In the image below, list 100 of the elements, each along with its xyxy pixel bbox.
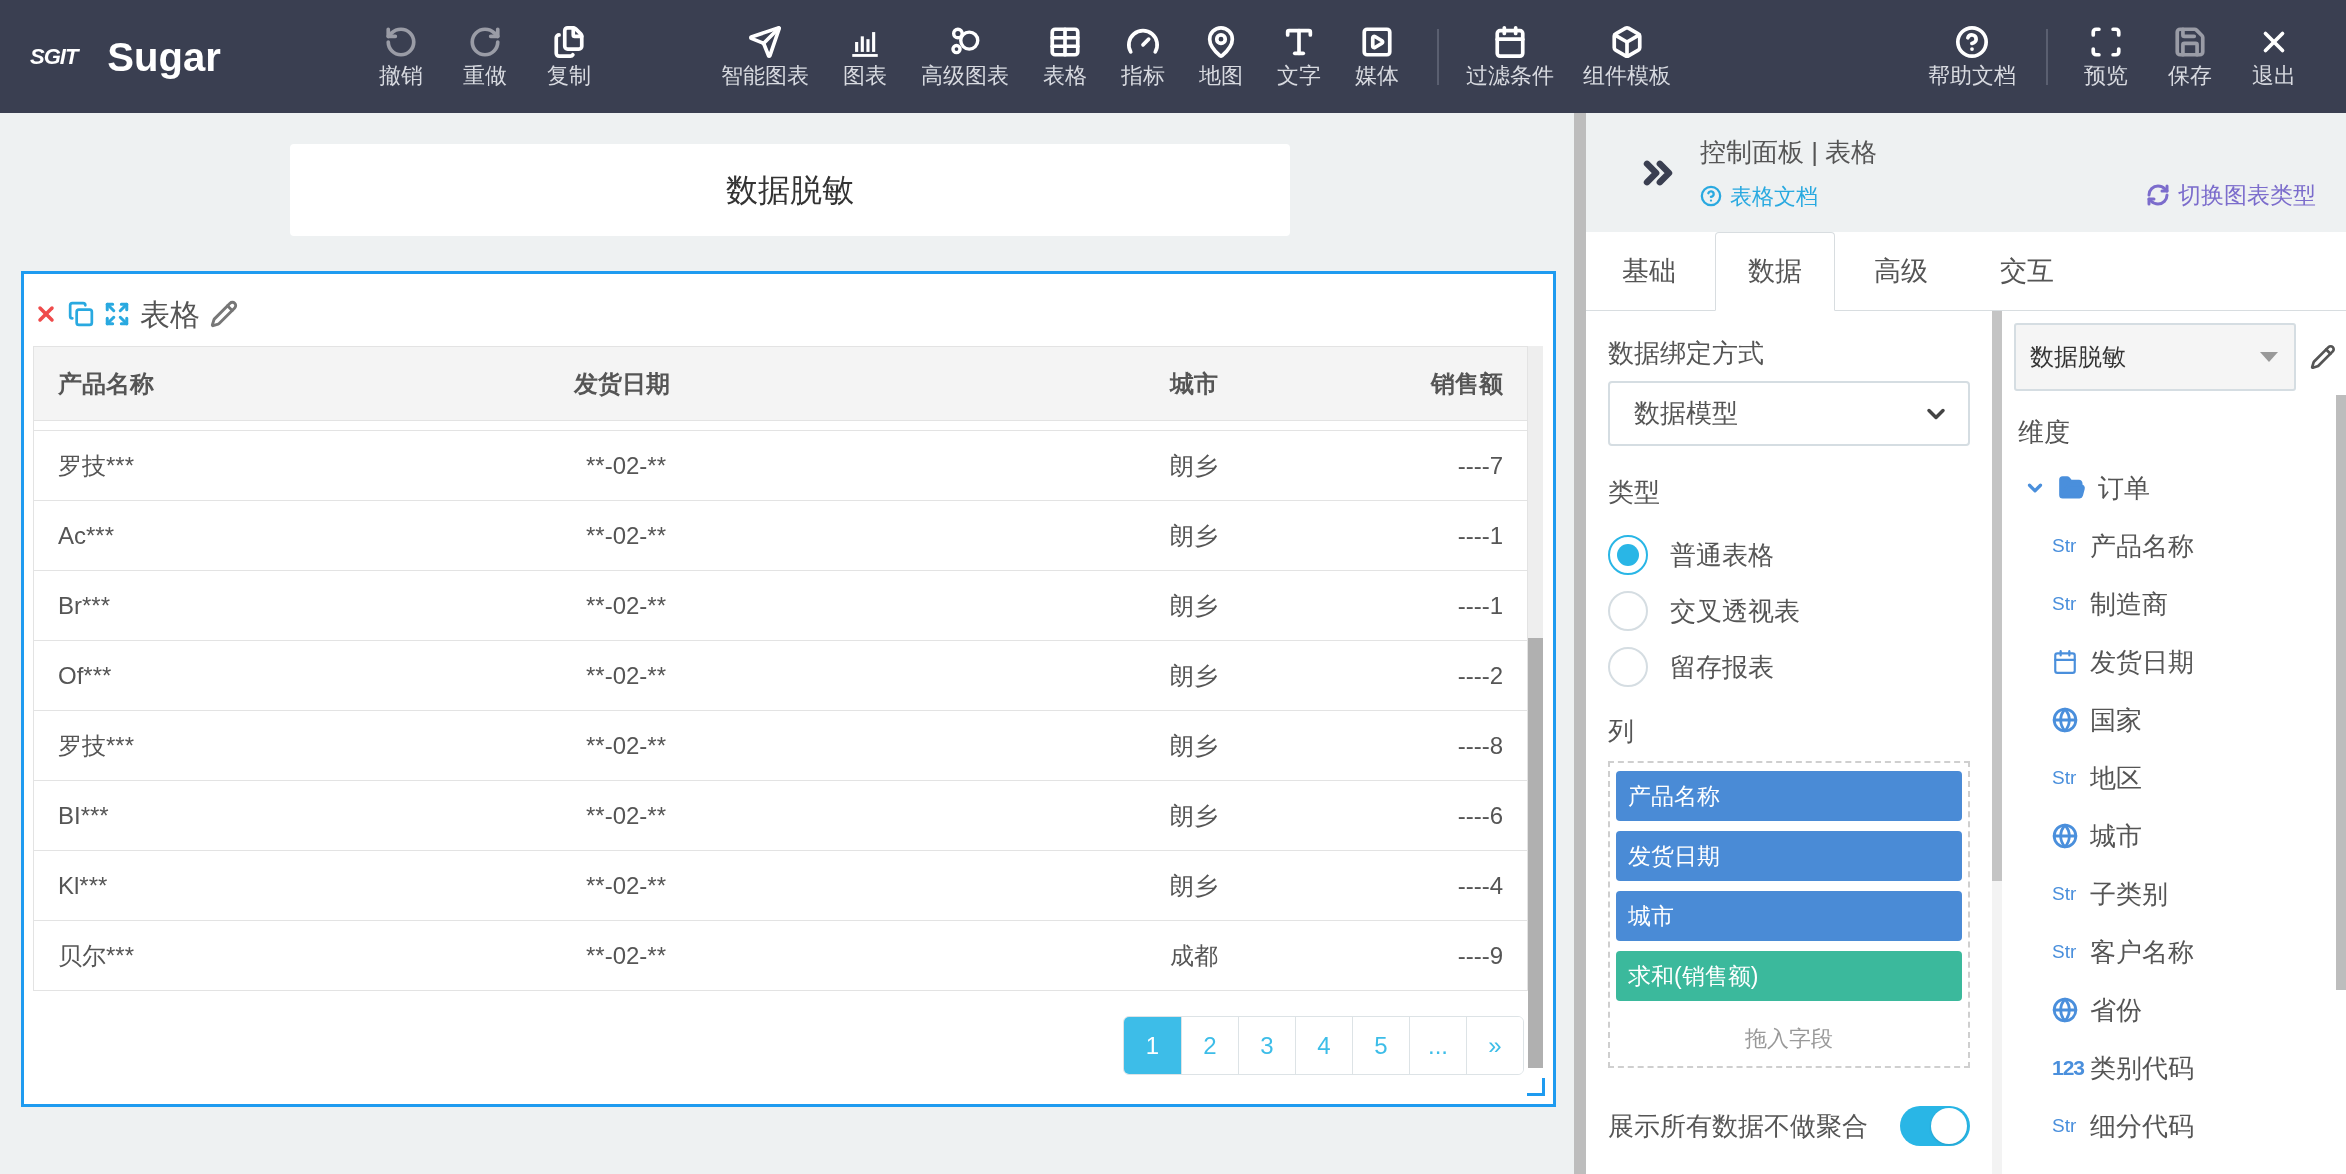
dimension-field[interactable]: 123 类别代码 — [2014, 1039, 2336, 1097]
app-name: Sugar — [107, 33, 221, 81]
toolbar-button[interactable]: 地图 — [1199, 24, 1243, 89]
calendar-icon — [2052, 649, 2078, 675]
radio-option[interactable]: 交叉透视表 — [1608, 583, 1970, 639]
toolbar-button[interactable]: 文字 — [1277, 24, 1321, 89]
edit-icon[interactable] — [210, 300, 238, 328]
table-cell: Br*** — [58, 591, 111, 619]
dimension-field[interactable]: Str 客户名称 — [2014, 923, 2336, 981]
dimension-field[interactable]: 发货日期 — [2014, 633, 2336, 691]
string-type-tag: Str — [2052, 937, 2086, 967]
dimension-field[interactable]: 城市 — [2014, 807, 2336, 865]
toolbar-button[interactable]: 高级图表 — [921, 24, 1009, 89]
radio-button[interactable] — [1608, 535, 1648, 575]
radio-button[interactable] — [1608, 591, 1648, 631]
panel-tab[interactable]: 高级 — [1841, 232, 1961, 311]
expand-icon[interactable] — [104, 301, 130, 327]
dataset-select[interactable]: 数据脱敏 — [2014, 323, 2297, 391]
table-cell: Of*** — [58, 661, 112, 689]
table-cell: 罗技*** — [58, 451, 135, 479]
redo-icon — [468, 24, 502, 59]
table-cell: ----8 — [1457, 731, 1503, 759]
table-cell: 朗乡 — [1170, 871, 1218, 899]
edit-icon[interactable] — [2310, 344, 2336, 370]
panel-tab[interactable]: 数据 — [1715, 232, 1835, 311]
toolbar-button[interactable]: 退出 — [2252, 24, 2296, 89]
widget-title: 表格 — [140, 296, 200, 333]
panel-tab[interactable]: 交互 — [1967, 232, 2087, 311]
column-header: 产品名称 — [58, 369, 154, 397]
field-label: 列 — [1608, 715, 1635, 748]
globe-icon — [2052, 997, 2078, 1023]
table-cell: Kl*** — [58, 871, 108, 899]
panel-title: 控制面板 | 表格 — [1700, 135, 1878, 169]
help-icon — [1955, 24, 1989, 59]
string-type-tag: Str — [2052, 531, 2086, 561]
dropdown-caret-icon — [2260, 352, 2279, 362]
dimension-field[interactable]: Str 制造商 — [2014, 575, 2336, 633]
toolbar-button[interactable]: 图表 — [843, 24, 887, 89]
table-cell: **-02-** — [586, 801, 667, 829]
drop-hint: 拖入字段 — [1745, 1025, 1833, 1053]
refresh-icon — [2146, 182, 2170, 207]
panel-tab[interactable]: 基础 — [1589, 232, 1709, 311]
dimension-field[interactable]: Str 子类别 — [2014, 865, 2336, 923]
table-cell: **-02-** — [586, 451, 667, 479]
string-type-tag: Str — [2052, 1111, 2086, 1141]
dimension-field[interactable]: 省份 — [2014, 981, 2336, 1039]
toolbar-button[interactable]: 指标 — [1121, 24, 1165, 89]
table-cell: 朗乡 — [1170, 451, 1218, 479]
fullscreen-icon — [2089, 24, 2123, 59]
play-icon — [1360, 24, 1394, 59]
toolbar-button[interactable]: 媒体 — [1355, 24, 1399, 89]
table-cell: ----1 — [1457, 521, 1503, 549]
toolbar-button[interactable]: 帮助文档 — [1928, 24, 2016, 89]
column-header: 发货日期 — [574, 369, 670, 397]
undo-icon — [384, 24, 418, 59]
table-cell: 朗乡 — [1170, 661, 1218, 689]
radio-option[interactable]: 留存报表 — [1608, 639, 1970, 695]
table-cell: ----6 — [1457, 801, 1503, 829]
string-type-tag: Str — [2052, 879, 2086, 909]
table-cell: 朗乡 — [1170, 591, 1218, 619]
dimension-field[interactable]: 国家 — [2014, 691, 2336, 749]
dimension-field[interactable]: Str 产品名称 — [2014, 517, 2336, 575]
globe-icon — [2052, 823, 2078, 849]
table-cell: **-02-** — [586, 731, 667, 759]
string-type-tag: Str — [2052, 763, 2086, 793]
column-header: 销售额 — [1431, 369, 1503, 397]
toolbar-button[interactable]: 组件模板 — [1583, 24, 1671, 89]
column-field-pill[interactable]: 产品名称 — [1616, 771, 1962, 821]
table-cell: Ac*** — [58, 521, 115, 549]
toolbar-button[interactable]: 预览 — [2084, 24, 2128, 89]
aggregate-toggle[interactable] — [1900, 1106, 1970, 1146]
table-cell: 朗乡 — [1170, 801, 1218, 829]
radio-button[interactable] — [1608, 647, 1648, 687]
cube-icon — [1610, 24, 1644, 59]
globe-icon — [2052, 707, 2078, 733]
radio-option[interactable]: 普通表格 — [1608, 527, 1970, 583]
toolbar-button[interactable]: 过滤条件 — [1466, 24, 1554, 89]
toolbar-button[interactable]: 表格 — [1043, 24, 1087, 89]
logo: SGIT — [30, 43, 78, 71]
tree-folder[interactable]: 订单 — [2014, 459, 2336, 517]
table-cell: ----1 — [1457, 591, 1503, 619]
toolbar-button[interactable]: 复制 — [547, 24, 591, 89]
section-label: 维度 — [2017, 416, 2071, 449]
copy-icon[interactable] — [68, 301, 94, 327]
dimension-field[interactable]: Str 地区 — [2014, 749, 2336, 807]
table-icon — [1048, 24, 1082, 59]
table-cell: 朗乡 — [1170, 731, 1218, 759]
column-field-pill[interactable]: 城市 — [1616, 891, 1962, 941]
switch-chart-type-link[interactable]: 切换图表类型 — [2146, 177, 2316, 212]
table-cell: **-02-** — [586, 871, 667, 899]
binding-select[interactable]: 数据模型 — [1608, 381, 1970, 446]
column-field-pill[interactable]: 发货日期 — [1616, 831, 1962, 881]
dimension-field[interactable]: Str 细分代码 — [2014, 1097, 2336, 1155]
column-header: 城市 — [1170, 369, 1218, 397]
table-cell: 罗技*** — [58, 731, 135, 759]
table-cell: 成都 — [1170, 941, 1218, 969]
table-cell: 贝尔*** — [58, 941, 135, 969]
dashboard-title: 数据脱敏 — [726, 171, 854, 210]
toolbar-button[interactable]: 智能图表 — [721, 24, 809, 89]
table-cell: ----2 — [1457, 661, 1503, 689]
